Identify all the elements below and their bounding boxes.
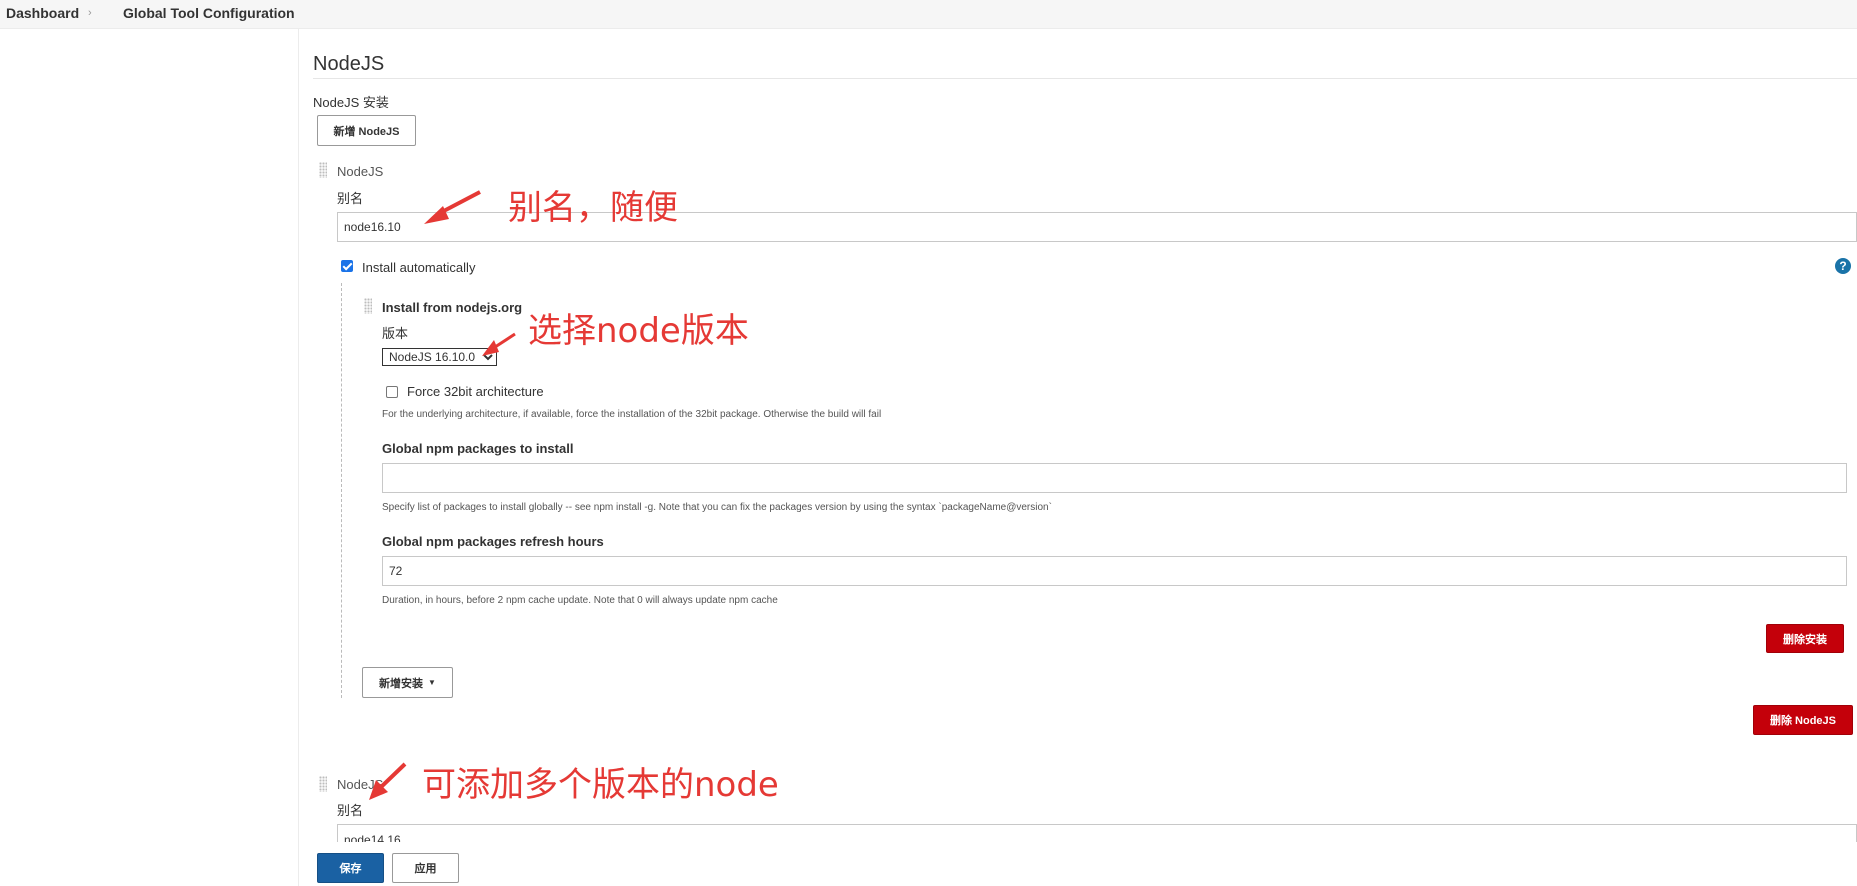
arrow-icon-multi [369, 762, 407, 800]
arrow-icon-alias [424, 190, 481, 224]
arrow-icon-version [482, 332, 516, 356]
annotation-arrows [369, 190, 516, 800]
annotation-version-note: 选择node版本 [528, 311, 749, 351]
annotation-alias-note: 别名，随便 [508, 188, 678, 228]
annotation-multi-note: 可添加多个版本的node [422, 765, 779, 805]
